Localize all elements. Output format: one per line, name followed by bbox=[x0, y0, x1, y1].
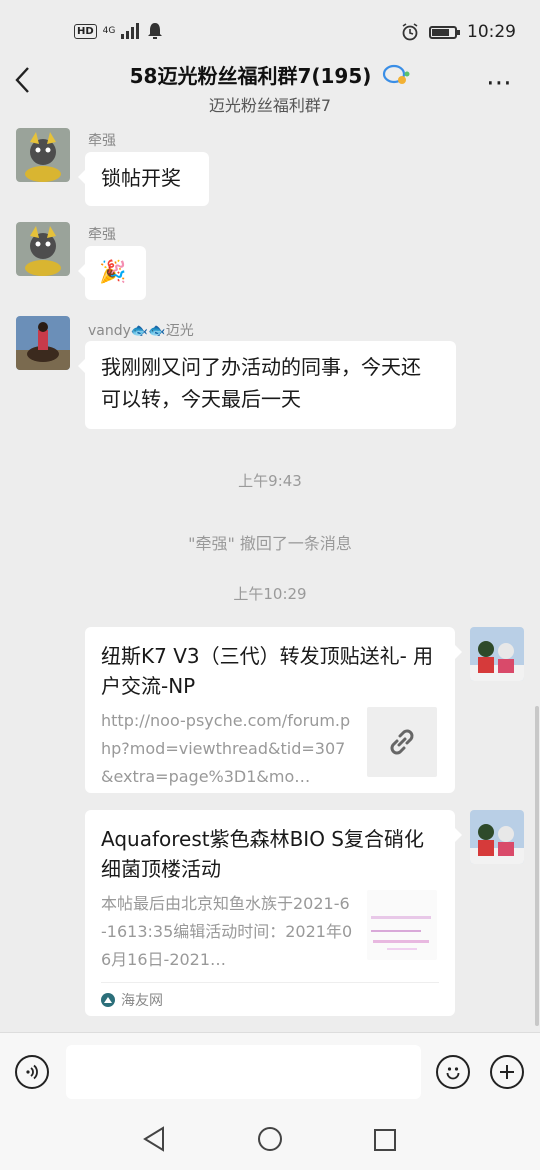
avatar-image-icon bbox=[16, 128, 70, 182]
status-left: HD 4G bbox=[74, 22, 163, 40]
link-thumbnail bbox=[367, 890, 437, 960]
avatar[interactable] bbox=[16, 316, 70, 370]
page-subtitle: 迈光粉丝福利群7 bbox=[208, 96, 332, 115]
sender-name: vandy🐟🐟迈光 bbox=[88, 323, 194, 339]
sender-name: 牵强 bbox=[88, 227, 116, 243]
link-icon bbox=[390, 729, 414, 755]
nav-home-button[interactable] bbox=[257, 1126, 283, 1156]
link-card[interactable]: 纽斯K7 V3（三代）转发顶贴送礼- 用户交流-NP http://noo-ps… bbox=[85, 627, 462, 793]
notification-bell-icon bbox=[148, 23, 163, 39]
link-card-title: Aquaforest紫色森林BIO S复合硝化细菌顶楼活动 bbox=[101, 827, 424, 881]
group-name: 58迈光粉丝福利群7(195) bbox=[129, 64, 372, 88]
group-chat-icon bbox=[383, 64, 410, 84]
nav-back-button[interactable] bbox=[142, 1126, 166, 1156]
time-divider: 上午9:43 bbox=[238, 472, 302, 490]
circle-home-icon bbox=[258, 1127, 282, 1151]
link-card-title: 纽斯K7 V3（三代）转发顶贴送礼- 用户交流-NP bbox=[101, 644, 434, 698]
network-type: 4G bbox=[102, 25, 116, 36]
sender-name: 牵强 bbox=[88, 133, 116, 149]
avatar-image-icon bbox=[470, 810, 524, 864]
source-logo-icon bbox=[101, 993, 115, 1007]
avatar-image-icon bbox=[470, 627, 524, 681]
alarm-icon bbox=[402, 23, 418, 41]
party-popper-emoji: 🎉 bbox=[99, 260, 127, 285]
link-card-description: http://noo-psyche.com/forum.php?mod=view… bbox=[101, 711, 351, 786]
voice-button[interactable] bbox=[15, 1055, 49, 1089]
system-nav-bar bbox=[0, 1114, 540, 1170]
link-thumbnail bbox=[367, 707, 437, 777]
more-options-button[interactable]: ⋯ bbox=[486, 68, 514, 98]
link-card-description: 本帖最后由北京知鱼水族于2021-6-1613:35编辑活动时间：2021年06… bbox=[101, 894, 353, 969]
voice-icon bbox=[26, 1064, 38, 1080]
my-avatar[interactable] bbox=[470, 627, 524, 681]
square-recents-icon bbox=[374, 1129, 396, 1151]
status-right: 10:29 bbox=[401, 22, 516, 42]
page-title: 58迈光粉丝福利群7(195) bbox=[0, 60, 540, 89]
message-bubble[interactable]: 锁帖开奖 bbox=[78, 152, 209, 206]
message-bubble[interactable]: 🎉 bbox=[78, 246, 146, 300]
triangle-back-icon bbox=[143, 1126, 164, 1152]
time-divider: 上午10:29 bbox=[233, 585, 307, 603]
avatar[interactable] bbox=[16, 128, 70, 182]
signal-icon bbox=[121, 23, 140, 39]
recall-notice: "牵强" 撤回了一条消息 bbox=[188, 534, 352, 553]
message-text: 锁帖开奖 bbox=[101, 166, 181, 190]
link-card[interactable]: Aquaforest紫色森林BIO S复合硝化细菌顶楼活动 本帖最后由北京知鱼水… bbox=[85, 810, 462, 1016]
message-bubble[interactable]: 我刚刚又问了办活动的同事，今天还可以转，今天最后一天 bbox=[78, 341, 456, 429]
hd-badge: HD bbox=[74, 23, 97, 39]
thumbnail-image-icon bbox=[371, 916, 431, 950]
card-divider bbox=[101, 982, 439, 983]
avatar-image-icon bbox=[16, 316, 70, 370]
plus-icon bbox=[500, 1065, 514, 1079]
message-text: 我刚刚又问了办活动的同事，今天还可以转，今天最后一天 bbox=[101, 355, 421, 411]
clock: 10:29 bbox=[467, 22, 516, 42]
source-name: 海友网 bbox=[121, 993, 163, 1009]
scrollbar[interactable] bbox=[535, 706, 539, 1026]
input-bar bbox=[0, 1032, 540, 1115]
chat-header: 58迈光粉丝福利群7(195) 迈光粉丝福利群7 ⋯ bbox=[0, 50, 540, 120]
link-card-source: 海友网 bbox=[101, 990, 163, 1010]
smiley-icon bbox=[446, 1067, 460, 1080]
more-icon: ⋯ bbox=[486, 68, 514, 98]
emoji-button[interactable] bbox=[436, 1055, 470, 1089]
avatar-image-icon bbox=[16, 222, 70, 276]
battery-icon bbox=[429, 25, 460, 39]
avatar[interactable] bbox=[16, 222, 70, 276]
message-input[interactable] bbox=[66, 1045, 421, 1099]
nav-recents-button[interactable] bbox=[373, 1128, 397, 1156]
more-actions-button[interactable] bbox=[490, 1055, 524, 1089]
my-avatar[interactable] bbox=[470, 810, 524, 864]
